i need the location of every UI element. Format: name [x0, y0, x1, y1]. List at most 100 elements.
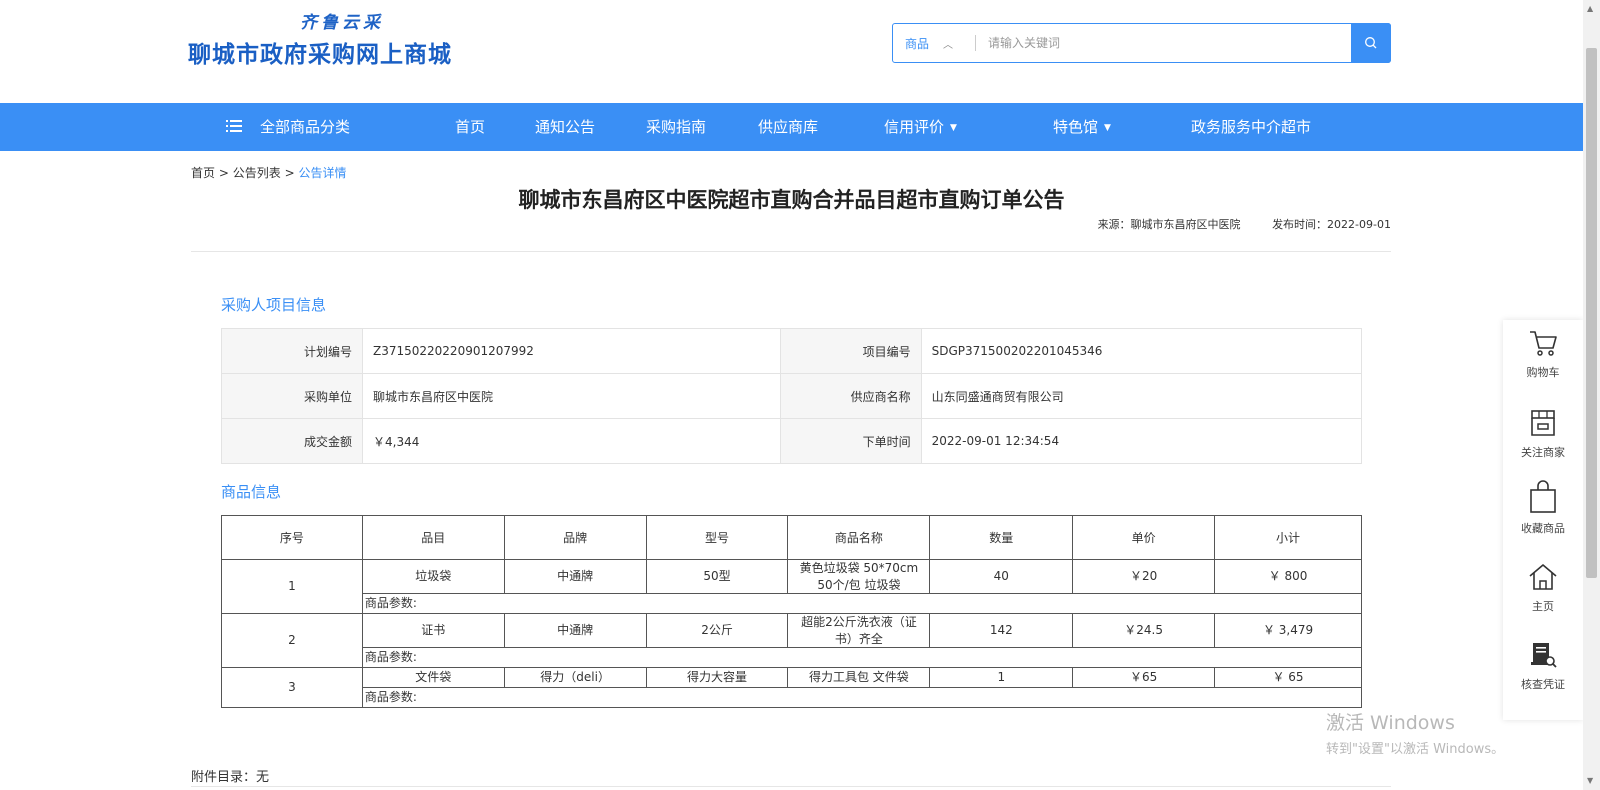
- announcement-source: 来源：聊城市东昌府区中医院: [1097, 218, 1241, 231]
- table-header-row: 序号 品目 品牌 型号 商品名称 数量 单价 小计: [221, 515, 1362, 560]
- cell-qty: 1: [929, 667, 1074, 688]
- nav-notices[interactable]: 通知公告: [535, 103, 595, 151]
- order-time-label: 下单时间: [779, 418, 922, 464]
- table-row: 2 证书 中通牌 2公斤 超能2公斤洗衣液（证书）齐全 142 ￥24.5 ￥ …: [221, 613, 1362, 668]
- search-button[interactable]: [1351, 23, 1391, 63]
- sidebar-favorites-label: 收藏商品: [1521, 522, 1565, 535]
- table-row: 计划编号 Z37150220220901207992 项目编号 SDGP3715…: [221, 328, 1363, 374]
- windows-activation-watermark: 激活 Windows 转到"设置"以激活 Windows。: [1326, 708, 1504, 757]
- cell-qty: 40: [929, 559, 1074, 594]
- cart-icon: [1530, 331, 1557, 356]
- floating-sidebar: 购物车 关注商家 收藏商品 主页 核查凭证: [1503, 320, 1583, 720]
- table-row: 3 文件袋 得力（deli） 得力大容量 得力工具包 文件袋 1 ￥65 ￥ 6…: [221, 667, 1362, 708]
- project-no-label: 项目编号: [779, 328, 922, 374]
- table-row-params: 商品参数:: [222, 687, 1363, 708]
- nav-intermediary-market[interactable]: 政务服务中介超市: [1191, 103, 1311, 151]
- table-row-params: 商品参数:: [222, 647, 1363, 668]
- caret-down-icon: ▼: [1104, 123, 1111, 133]
- goods-section-title: 商品信息: [221, 483, 282, 501]
- scrollbar-thumb[interactable]: [1586, 48, 1597, 578]
- cell-category: 证书: [361, 613, 505, 648]
- announcement-meta: 来源：聊城市东昌府区中医院 发布时间：2022-09-01: [1098, 216, 1391, 232]
- attachments-label: 附件目录：无: [191, 770, 270, 785]
- sidebar-cart[interactable]: 购物车: [1503, 328, 1583, 380]
- goods-table: 序号 品目 品牌 型号 商品名称 数量 单价 小计 1 垃圾袋 中通牌 50型 …: [221, 515, 1363, 708]
- sidebar-favorites[interactable]: 收藏商品: [1503, 480, 1583, 536]
- col-header-model: 型号: [645, 515, 789, 560]
- nav-guide[interactable]: 采购指南: [646, 103, 706, 151]
- cell-model: 得力大容量: [645, 667, 789, 688]
- sidebar-cart-label: 购物车: [1526, 366, 1560, 379]
- cell-product-name[interactable]: 得力工具包 文件袋: [787, 667, 931, 688]
- plan-no-value: Z37150220220901207992: [362, 328, 781, 374]
- announcement-publish-time: 发布时间：2022-09-01: [1272, 218, 1391, 231]
- cell-subtotal: ￥ 800: [1214, 559, 1362, 594]
- cell-subtotal: ￥ 3,479: [1214, 613, 1362, 648]
- cell-price: ￥65: [1072, 667, 1216, 688]
- col-header-price: 单价: [1072, 515, 1216, 560]
- col-header-subtotal: 小计: [1214, 515, 1362, 560]
- sidebar-follow-store-label: 关注商家: [1521, 446, 1565, 459]
- cell-no: 2: [221, 613, 363, 668]
- cell-brand: 得力（deli）: [503, 667, 647, 688]
- amount-label: 成交金额: [221, 418, 363, 464]
- breadcrumb-home[interactable]: 首页: [191, 166, 215, 180]
- table-row: 采购单位 聊城市东昌府区中医院 供应商名称 山东同盛通商贸有限公司: [221, 373, 1363, 419]
- search-bar: 商品 ︿: [892, 23, 1391, 63]
- cell-category: 文件袋: [361, 667, 505, 688]
- buyer-info-table: 计划编号 Z37150220220901207992 项目编号 SDGP3715…: [221, 328, 1363, 464]
- search-icon: [1365, 37, 1377, 49]
- scroll-up-arrow-icon[interactable]: ▲: [1587, 4, 1593, 13]
- home-icon: [1529, 564, 1557, 590]
- site-logo[interactable]: 齐鲁云采 聊城市政府采购网上商城: [188, 8, 508, 69]
- cell-no: 1: [221, 559, 363, 614]
- nav-featured[interactable]: 特色馆 ▼: [1053, 103, 1111, 151]
- scroll-down-arrow-icon[interactable]: ▼: [1587, 776, 1593, 785]
- cell-price: ￥20: [1072, 559, 1216, 594]
- breadcrumb-current: 公告详情: [298, 166, 347, 180]
- nav-credit-rating[interactable]: 信用评价 ▼: [884, 103, 957, 151]
- cell-price: ￥24.5: [1072, 613, 1216, 648]
- watermark-line-2: 转到"设置"以激活 Windows。: [1326, 742, 1505, 757]
- cell-product-name[interactable]: 超能2公斤洗衣液（证书）齐全: [787, 613, 931, 648]
- nav-all-categories[interactable]: 全部商品分类: [226, 103, 350, 151]
- bag-icon: [1530, 480, 1556, 513]
- nav-supplier-library[interactable]: 供应商库: [758, 103, 818, 151]
- search-type-select[interactable]: 商品 ︿: [893, 24, 975, 62]
- nav-featured-label: 特色馆: [1053, 118, 1099, 136]
- supplier-value: 山东同盛通商贸有限公司: [920, 373, 1363, 419]
- chevron-up-icon: ︿: [943, 39, 954, 51]
- cell-brand: 中通牌: [503, 613, 647, 648]
- buyer-section-title: 采购人项目信息: [221, 296, 327, 314]
- attachments-divider: [191, 786, 1391, 787]
- order-time-value: 2022-09-01 12:34:54: [920, 418, 1363, 464]
- store-icon: [1531, 410, 1555, 436]
- buyer-value: 聊城市东昌府区中医院: [362, 373, 781, 419]
- col-header-brand: 品牌: [503, 515, 647, 560]
- col-header-name: 商品名称: [787, 515, 931, 560]
- cell-brand: 中通牌: [503, 559, 647, 594]
- buyer-label: 采购单位: [221, 373, 363, 419]
- cell-model: 50型: [645, 559, 789, 594]
- nav-credit-rating-label: 信用评价: [884, 118, 945, 136]
- amount-value: ￥4,344: [362, 418, 781, 464]
- table-row: 成交金额 ￥4,344 下单时间 2022-09-01 12:34:54: [221, 418, 1363, 464]
- cell-product-name[interactable]: 黄色垃圾袋 50*70cm 50个/包 垃圾袋: [787, 559, 931, 594]
- search-input[interactable]: [976, 24, 1351, 62]
- sidebar-follow-store[interactable]: 关注商家: [1503, 408, 1583, 460]
- menu-list-icon: [226, 104, 242, 152]
- col-header-category: 品目: [361, 515, 505, 560]
- cell-qty: 142: [929, 613, 1074, 648]
- nav-home[interactable]: 首页: [455, 103, 485, 151]
- sidebar-verify[interactable]: 核查凭证: [1503, 640, 1583, 692]
- breadcrumb-list[interactable]: 公告列表: [233, 166, 281, 180]
- table-row: 1 垃圾袋 中通牌 50型 黄色垃圾袋 50*70cm 50个/包 垃圾袋 40…: [221, 559, 1362, 614]
- title-divider: [191, 251, 1391, 252]
- sidebar-home[interactable]: 主页: [1503, 562, 1583, 614]
- cell-model: 2公斤: [645, 613, 789, 648]
- verify-icon: [1531, 643, 1557, 668]
- cell-subtotal: ￥ 65: [1214, 667, 1362, 688]
- sidebar-home-label: 主页: [1532, 600, 1554, 613]
- cell-params: 商品参数:: [361, 593, 1363, 614]
- cell-no: 3: [221, 667, 363, 708]
